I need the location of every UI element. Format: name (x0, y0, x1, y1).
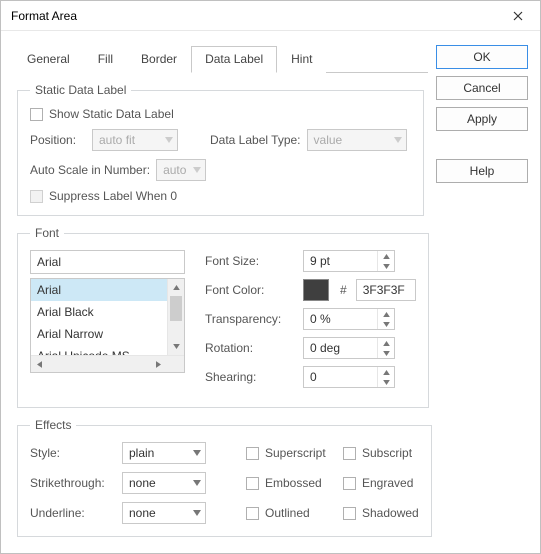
scroll-down-icon[interactable] (168, 338, 184, 355)
tab-border[interactable]: Border (127, 46, 191, 73)
tab-content: Static Data Label Show Static Data Label… (13, 73, 428, 553)
outlined-label: Outlined (265, 506, 337, 520)
list-item[interactable]: Arial Narrow (31, 323, 184, 345)
main-panel: General Fill Border Data Label Hint Stat… (13, 41, 428, 543)
horizontal-scrollbar[interactable] (31, 355, 184, 372)
tab-hint[interactable]: Hint (277, 46, 326, 73)
chevron-down-icon (189, 167, 205, 173)
position-combo: auto fit (92, 129, 178, 151)
font-name-input[interactable]: Arial (30, 250, 185, 274)
dialog-window: Format Area General Fill Border Data Lab… (0, 0, 541, 554)
font-list[interactable]: Arial Arial Black Arial Narrow Arial Uni… (30, 278, 185, 373)
tab-data-label[interactable]: Data Label (191, 46, 277, 73)
dialog-body: General Fill Border Data Label Hint Stat… (1, 31, 540, 553)
button-column: OK Cancel Apply Help (436, 41, 528, 543)
shearing-label: Shearing: (205, 370, 297, 384)
chevron-down-icon (189, 450, 205, 456)
spin-down-icon[interactable] (378, 348, 394, 358)
spin-up-icon[interactable] (378, 338, 394, 348)
superscript-checkbox[interactable] (246, 447, 259, 460)
autoscale-label: Auto Scale in Number: (30, 163, 150, 177)
group-effects: Effects Style: plain Superscript Subscri… (17, 418, 432, 537)
suppress-checkbox (30, 190, 43, 203)
style-label: Style: (30, 446, 116, 460)
titlebar: Format Area (1, 1, 540, 31)
tab-fill[interactable]: Fill (84, 46, 127, 73)
close-button[interactable] (504, 5, 532, 27)
shadowed-checkbox[interactable] (343, 507, 356, 520)
shearing-spinner[interactable]: 0 (303, 366, 395, 388)
group-legend: Static Data Label (30, 83, 131, 97)
scroll-left-icon[interactable] (31, 356, 48, 372)
cancel-button[interactable]: Cancel (436, 76, 528, 100)
type-combo: value (307, 129, 407, 151)
underline-combo[interactable]: none (122, 502, 206, 524)
rotation-spinner[interactable]: 0 deg (303, 337, 395, 359)
close-icon (513, 11, 523, 21)
scroll-thumb[interactable] (170, 296, 182, 321)
vertical-scrollbar[interactable] (167, 279, 184, 355)
spin-up-icon[interactable] (378, 367, 394, 377)
position-label: Position: (30, 133, 86, 147)
spin-up-icon[interactable] (378, 251, 394, 261)
autoscale-combo: auto (156, 159, 206, 181)
tabstrip: General Fill Border Data Label Hint (13, 45, 428, 73)
style-combo[interactable]: plain (122, 442, 206, 464)
scroll-up-icon[interactable] (168, 279, 184, 296)
spin-down-icon[interactable] (378, 377, 394, 387)
type-label: Data Label Type: (210, 133, 301, 147)
superscript-label: Superscript (265, 446, 337, 460)
font-color-label: Font Color: (205, 283, 297, 297)
help-button[interactable]: Help (436, 159, 528, 183)
engraved-label: Engraved (362, 476, 413, 490)
subscript-label: Subscript (362, 446, 412, 460)
apply-button[interactable]: Apply (436, 107, 528, 131)
scroll-right-icon[interactable] (150, 356, 167, 372)
embossed-label: Embossed (265, 476, 337, 490)
color-hex-input[interactable]: 3F3F3F (356, 279, 416, 301)
group-legend: Font (30, 226, 64, 240)
spin-down-icon[interactable] (378, 261, 394, 271)
suppress-label: Suppress Label When 0 (49, 189, 177, 203)
group-font: Font Arial Arial Arial Black Arial Narro… (17, 226, 429, 408)
list-item[interactable]: Arial (31, 279, 184, 301)
underline-label: Underline: (30, 506, 116, 520)
subscript-checkbox[interactable] (343, 447, 356, 460)
list-item[interactable]: Arial Black (31, 301, 184, 323)
font-size-spinner[interactable]: 9 pt (303, 250, 395, 272)
spin-up-icon[interactable] (378, 309, 394, 319)
show-static-checkbox[interactable] (30, 108, 43, 121)
chevron-down-icon (161, 137, 177, 143)
chevron-down-icon (390, 137, 406, 143)
ok-button[interactable]: OK (436, 45, 528, 69)
rotation-label: Rotation: (205, 341, 297, 355)
outlined-checkbox[interactable] (246, 507, 259, 520)
embossed-checkbox[interactable] (246, 477, 259, 490)
transparency-label: Transparency: (205, 312, 297, 326)
group-legend: Effects (30, 418, 76, 432)
chevron-down-icon (189, 480, 205, 486)
engraved-checkbox[interactable] (343, 477, 356, 490)
color-swatch[interactable] (303, 279, 329, 301)
transparency-spinner[interactable]: 0 % (303, 308, 395, 330)
strikethrough-combo[interactable]: none (122, 472, 206, 494)
hash-symbol: # (335, 283, 350, 297)
group-static-data-label: Static Data Label Show Static Data Label… (17, 83, 424, 216)
shadowed-label: Shadowed (362, 506, 419, 520)
strikethrough-label: Strikethrough: (30, 476, 116, 490)
tab-general[interactable]: General (13, 46, 84, 73)
chevron-down-icon (189, 510, 205, 516)
font-size-label: Font Size: (205, 254, 297, 268)
window-title: Format Area (11, 9, 77, 23)
show-static-label: Show Static Data Label (49, 107, 174, 121)
spin-down-icon[interactable] (378, 319, 394, 329)
